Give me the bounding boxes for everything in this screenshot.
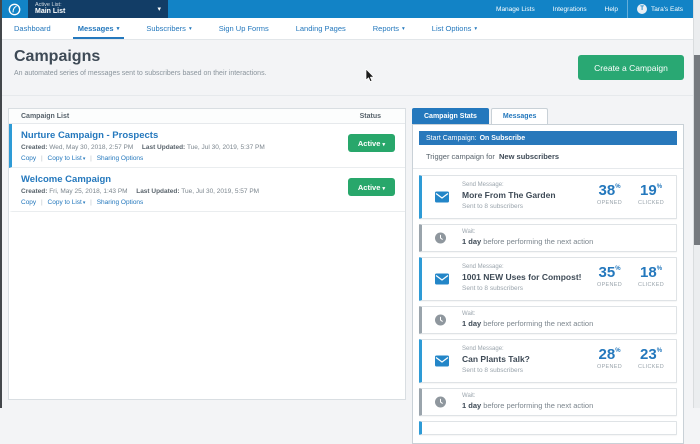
active-list-value: Main List (35, 8, 66, 16)
start-campaign-bar: Start Campaign: On Subscribe (419, 131, 677, 145)
envelope-icon (435, 273, 449, 285)
window-edge (0, 0, 2, 408)
campaign-list-panel: Campaign List Status Nurture Campaign - … (8, 108, 406, 400)
send-message-step-partial (419, 421, 677, 435)
chevron-down-icon: ▾ (188, 25, 192, 32)
campaign-actions: Copy | Copy to List▾ | Sharing Options (21, 155, 144, 162)
nav-item-sign-up-forms[interactable]: Sign Up Forms (219, 18, 269, 39)
topbar-links: Manage Lists Integrations Help T Tara's … (487, 0, 693, 18)
campaign-link[interactable]: Nurture Campaign - Prospects (21, 130, 345, 141)
active-list-dropdown[interactable]: Active List: Main List ▾ (28, 0, 168, 18)
nav-item-dashboard[interactable]: Dashboard (14, 18, 51, 39)
chevron-down-icon: ▾ (382, 185, 386, 192)
active-list-label: Active List: (35, 1, 62, 8)
aweber-logo[interactable] (8, 3, 21, 16)
opened-stat: 35% OPENED (597, 264, 623, 288)
page-title: Campaigns (14, 48, 101, 65)
caret-down-icon: ▾ (82, 200, 86, 206)
tab-campaign-stats[interactable]: Campaign Stats (412, 108, 489, 124)
clicked-stat: 19% CLICKED (638, 182, 664, 206)
copy-link[interactable]: Copy (21, 155, 36, 162)
manage-lists-link[interactable]: Manage Lists (496, 6, 535, 13)
clock-icon (435, 314, 446, 326)
envelope-icon (435, 191, 449, 203)
clock-icon (435, 396, 446, 408)
leaf-logo-icon (8, 3, 21, 15)
nav-item-list-options[interactable]: List Options ▾ (432, 18, 477, 39)
send-message-step[interactable]: Send Message: More From The Garden Sent … (419, 175, 677, 219)
chevron-down-icon: ▾ (382, 141, 386, 148)
tab-messages[interactable]: Messages (490, 108, 549, 124)
send-message-step[interactable]: Send Message: 1001 NEW Uses for Compost!… (419, 257, 677, 301)
chevron-down-icon: ▾ (474, 25, 478, 32)
mouse-cursor (365, 68, 376, 88)
nav-item-subscribers[interactable]: Subscribers ▾ (146, 18, 191, 39)
copy-link[interactable]: Copy (21, 199, 36, 206)
user-name: Tara's Eats (651, 5, 683, 13)
trigger-description: Trigger campaign for New subscribers (413, 145, 683, 169)
page-subtitle: An automated series of messages sent to … (14, 70, 267, 77)
nav-item-reports[interactable]: Reports ▾ (373, 18, 405, 39)
stats-tabs: Campaign Stats Messages (412, 108, 684, 124)
help-link[interactable]: Help (605, 6, 618, 13)
campaign-link[interactable]: Welcome Campaign (21, 174, 345, 185)
chevron-down-icon: ▾ (402, 25, 405, 32)
status-column-header: Status (359, 112, 381, 120)
campaign-list-header: Campaign List (21, 112, 70, 120)
status-dropdown-button[interactable]: Active ▾ (348, 178, 395, 196)
sharing-options-link[interactable]: Sharing Options (97, 155, 144, 162)
main-nav: Dashboard Messages ▾ Subscribers ▾ Sign … (0, 18, 693, 40)
envelope-icon (435, 355, 449, 367)
clicked-stat: 23% CLICKED (638, 346, 664, 370)
nav-item-landing-pages[interactable]: Landing Pages (296, 18, 346, 39)
nav-item-messages[interactable]: Messages ▾ (72, 18, 124, 39)
copy-to-list-link[interactable]: Copy to List▾ (48, 155, 86, 162)
opened-stat: 38% OPENED (597, 182, 623, 206)
campaign-row: Nurture Campaign - Prospects Created: We… (9, 124, 405, 168)
wait-step: Wait: 1 day before performing the next ac… (419, 388, 677, 416)
campaign-meta: Created: Fri, May 25, 2018, 1:43 PM Last… (21, 188, 260, 195)
clock-icon (435, 232, 446, 244)
campaign-row: Welcome Campaign Created: Fri, May 25, 2… (9, 168, 405, 212)
campaign-steps: Send Message: More From The Garden Sent … (419, 169, 677, 435)
caret-down-icon: ▾ (82, 156, 86, 162)
opened-stat: 28% OPENED (597, 346, 623, 370)
page-scrollbar[interactable] (693, 0, 700, 408)
campaign-stats-panel: Campaign Stats Messages Start Campaign: … (412, 108, 684, 444)
clicked-stat: 18% CLICKED (638, 264, 664, 288)
header-divider (0, 95, 693, 96)
chevron-down-icon: ▾ (116, 25, 120, 32)
copy-to-list-link[interactable]: Copy to List▾ (48, 199, 86, 206)
wait-step: Wait: 1 day before performing the next ac… (419, 224, 677, 252)
sharing-options-link[interactable]: Sharing Options (97, 199, 144, 206)
create-campaign-button[interactable]: Create a Campaign (578, 55, 684, 80)
integrations-link[interactable]: Integrations (553, 6, 587, 13)
status-dropdown-button[interactable]: Active ▾ (348, 134, 395, 152)
send-message-step[interactable]: Send Message: Can Plants Talk? Sent to 8… (419, 339, 677, 383)
wait-step: Wait: 1 day before performing the next ac… (419, 306, 677, 334)
user-menu[interactable]: T Tara's Eats (627, 0, 693, 18)
campaign-actions: Copy | Copy to List▾ | Sharing Options (21, 199, 144, 206)
scrollbar-thumb[interactable] (694, 55, 700, 245)
top-bar: Active List: Main List ▾ Manage Lists In… (0, 0, 693, 18)
user-avatar: T (637, 4, 648, 14)
campaign-meta: Created: Wed, May 30, 2018, 2:57 PM Last… (21, 144, 265, 151)
chevron-down-icon: ▾ (157, 6, 161, 13)
